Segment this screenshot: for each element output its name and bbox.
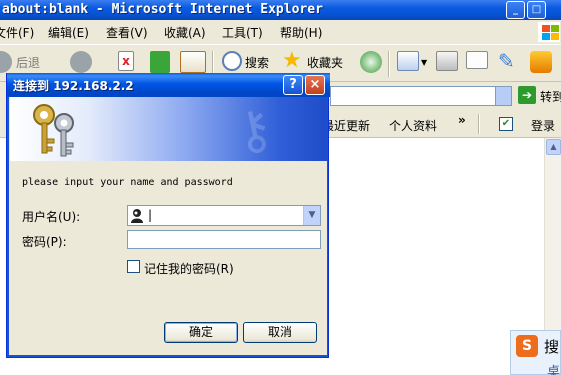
keys-icon xyxy=(33,104,74,157)
sogou-ime-popup[interactable]: S 搜 桌 xyxy=(510,330,561,375)
address-dropdown-icon[interactable] xyxy=(495,87,511,105)
ie-title-bar: about:blank - Microsoft Internet Explore… xyxy=(0,0,561,20)
screen: about:blank - Microsoft Internet Explore… xyxy=(0,0,561,375)
messenger-icon[interactable] xyxy=(530,51,552,73)
dialog-title-bar: 连接到 192.168.2.2 ? × xyxy=(7,73,330,97)
toolbar-separator xyxy=(388,51,389,77)
print-icon[interactable] xyxy=(436,51,458,71)
edit-icon[interactable] xyxy=(466,51,488,69)
window-title: about:blank - Microsoft Internet Explore… xyxy=(2,2,323,17)
login-prompt: please input your name and password xyxy=(22,177,233,188)
search-icon[interactable] xyxy=(222,51,242,71)
go-arrow-icon[interactable]: ➔ xyxy=(518,86,536,104)
address-input[interactable] xyxy=(330,86,512,106)
history-icon[interactable] xyxy=(360,51,382,73)
username-value: | xyxy=(148,208,153,222)
login-button[interactable]: 登录 xyxy=(531,117,555,134)
forward-arrow-icon[interactable] xyxy=(70,51,92,73)
banner-watermark-icon: ⚷ xyxy=(229,97,279,161)
back-button[interactable]: 后退 xyxy=(16,54,40,71)
windows-logo-icon xyxy=(538,22,560,42)
help-button[interactable]: ? xyxy=(283,75,303,95)
remember-password-checkbox[interactable] xyxy=(127,260,140,273)
user-avatar-icon xyxy=(131,209,143,223)
favorites-button[interactable]: 收藏夹 xyxy=(307,54,343,71)
mail-dropdown-icon[interactable]: ▼ xyxy=(421,58,427,67)
dialog-banner: ⚷ xyxy=(10,97,327,161)
menu-tools[interactable]: 工具(T) xyxy=(222,24,263,41)
scroll-up-icon[interactable]: ▲ xyxy=(546,139,561,155)
password-field[interactable] xyxy=(127,230,321,249)
menu-favorites[interactable]: 收藏(A) xyxy=(164,24,206,41)
menu-help[interactable]: 帮助(H) xyxy=(280,24,322,41)
back-arrow-icon[interactable] xyxy=(0,51,12,73)
menu-bar: 文件(F) 编辑(E) 查看(V) 收藏(A) 工具(T) 帮助(H) xyxy=(0,20,561,44)
sogou-label: 搜 xyxy=(544,338,560,356)
discuss-icon[interactable]: ✎ xyxy=(498,51,520,73)
favorites-star-icon[interactable]: ★ xyxy=(282,50,304,73)
stop-icon[interactable]: x xyxy=(118,51,134,71)
sogou-sublabel: 桌 xyxy=(547,365,561,375)
dialog-title: 连接到 192.168.2.2 xyxy=(13,79,134,93)
maximize-button[interactable]: □ xyxy=(527,1,546,19)
remember-password-label[interactable]: 记住我的密码(R) xyxy=(144,260,234,277)
username-dropdown-icon[interactable]: ▼ xyxy=(303,206,320,225)
go-button[interactable]: 转到 xyxy=(540,88,561,105)
username-field[interactable]: | ▼ xyxy=(127,205,321,226)
sogou-logo-icon: S xyxy=(516,335,538,357)
password-label: 密码(P): xyxy=(22,235,67,249)
close-button[interactable]: × xyxy=(305,75,325,95)
menu-file[interactable]: 文件(F) xyxy=(0,24,34,41)
ok-button[interactable]: 确定 xyxy=(164,322,238,343)
login-check-icon[interactable]: ✔ xyxy=(499,117,513,131)
menu-view[interactable]: 查看(V) xyxy=(106,24,148,41)
mail-icon[interactable] xyxy=(397,51,419,71)
username-label: 用户名(U): xyxy=(22,210,81,224)
refresh-icon[interactable] xyxy=(150,51,170,73)
minimize-button[interactable]: _ xyxy=(506,1,525,19)
login-dialog: 连接到 192.168.2.2 ? × ⚷ please input your … xyxy=(6,73,330,358)
search-button[interactable]: 搜索 xyxy=(245,54,269,71)
menu-edit[interactable]: 编辑(E) xyxy=(48,24,89,41)
cancel-button[interactable]: 取消 xyxy=(243,322,317,343)
links-more-chevron[interactable]: » xyxy=(458,113,466,127)
home-icon[interactable] xyxy=(180,51,206,73)
links-separator xyxy=(478,114,479,134)
link-profile[interactable]: 个人资料 xyxy=(389,117,437,134)
link-recent-updates[interactable]: 最近更新 xyxy=(322,117,370,134)
dialog-body: please input your name and password 用户名(… xyxy=(10,161,327,355)
